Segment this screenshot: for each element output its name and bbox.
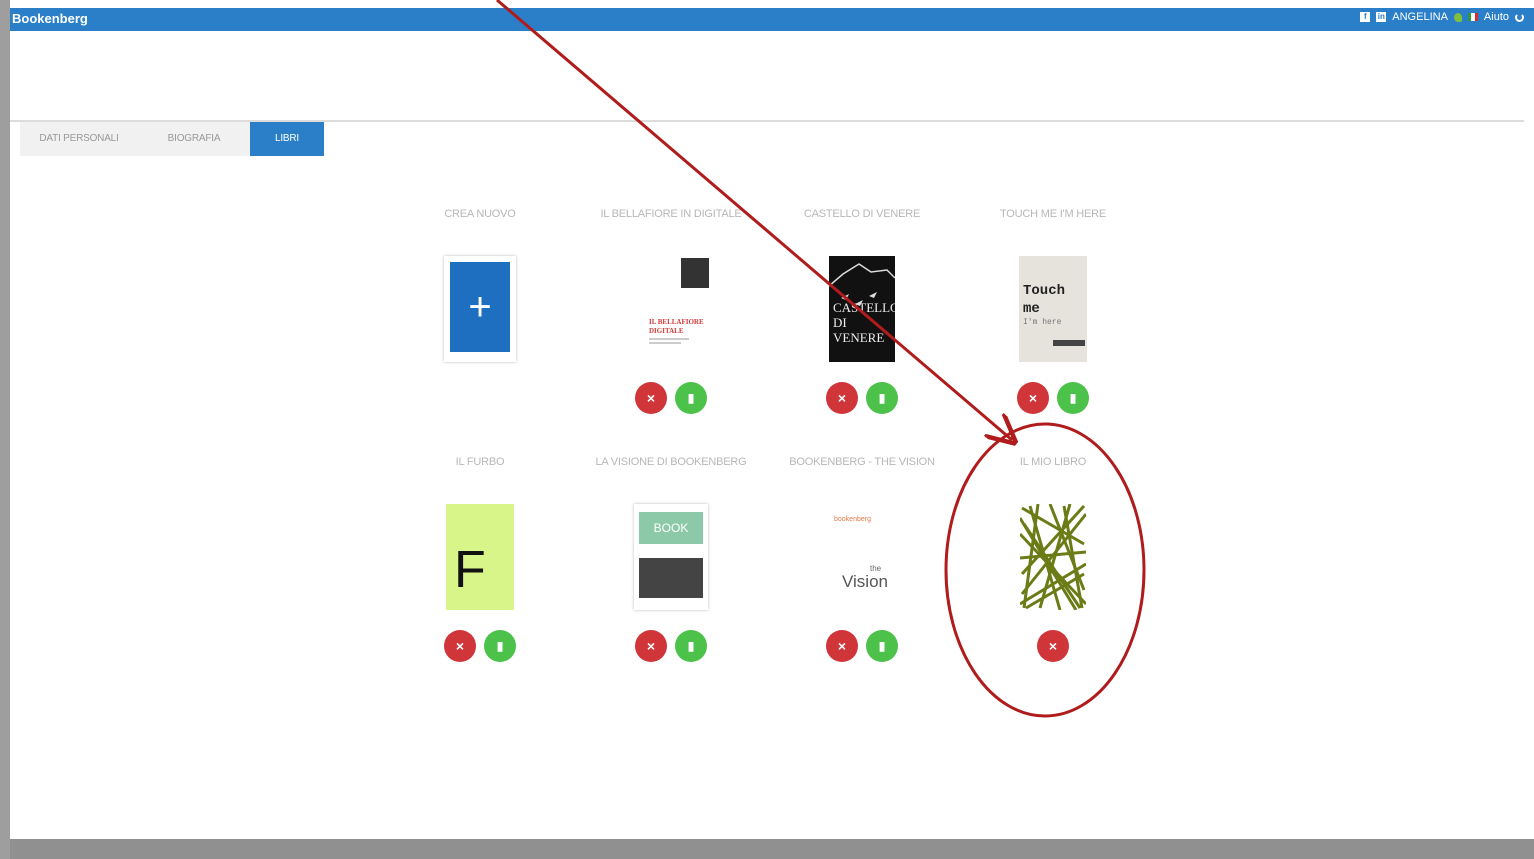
book-cover[interactable]: F xyxy=(446,504,514,610)
cover-text: DIGITALE xyxy=(649,327,684,335)
delete-button[interactable]: × xyxy=(826,630,858,662)
delete-button[interactable]: × xyxy=(1017,382,1049,414)
app-title[interactable]: Bookenberg xyxy=(12,11,88,26)
book-title: CASTELLO DI VENERE xyxy=(803,208,921,220)
edit-button[interactable]: ▮ xyxy=(675,630,707,662)
book-cover[interactable]: BOOK xyxy=(634,504,708,610)
book-icon: ▮ xyxy=(496,639,504,653)
close-icon: × xyxy=(1048,638,1058,654)
delete-button[interactable]: × xyxy=(1037,630,1069,662)
book-card-touch-me: TOUCH ME I'M HERE Touch me I'm here × ▮ xyxy=(958,206,1148,414)
plus-icon: + xyxy=(450,262,510,352)
book-title: CREA NUOVO xyxy=(444,208,516,220)
left-rail xyxy=(0,0,10,859)
profile-tabs: DATI PERSONALI BIOGRAFIA LIBRI xyxy=(20,122,324,156)
book-cover[interactable] xyxy=(1020,504,1086,610)
book-icon: ▮ xyxy=(878,639,886,653)
close-icon: × xyxy=(646,390,656,406)
book-card-il-furbo: IL FURBO F × ▮ xyxy=(385,454,575,662)
book-cover[interactable]: Touch me I'm here xyxy=(1019,256,1087,362)
edit-button[interactable]: ▮ xyxy=(866,382,898,414)
italian-flag-icon[interactable] xyxy=(1467,13,1478,21)
tab-dati-personali[interactable]: DATI PERSONALI xyxy=(20,122,138,156)
book-title: IL FURBO xyxy=(455,456,505,468)
close-icon: × xyxy=(646,638,656,654)
close-icon: × xyxy=(837,638,847,654)
close-icon: × xyxy=(1028,390,1038,406)
book-icon: ▮ xyxy=(878,391,886,405)
book-icon: ▮ xyxy=(1069,391,1077,405)
cover-text: BOOK xyxy=(639,512,703,544)
book-title: IL BELLAFIORE IN DIGITALE xyxy=(600,208,742,220)
cover-text: F xyxy=(454,541,486,599)
cover-text: IL BELLAFIORE xyxy=(649,318,704,326)
scribble-artwork xyxy=(1020,504,1086,610)
book-icon: ▮ xyxy=(687,391,695,405)
delete-button[interactable]: × xyxy=(635,382,667,414)
close-icon: × xyxy=(837,390,847,406)
cover-text: Vision xyxy=(842,572,888,591)
book-card-castello: CASTELLO DI VENERE CASTELLO DI VENERE × … xyxy=(767,206,957,414)
book-cover[interactable]: bookenberg the Vision xyxy=(822,504,902,610)
power-icon[interactable] xyxy=(1515,12,1524,22)
tab-biografia[interactable]: BIOGRAFIA xyxy=(138,122,250,156)
tab-libri[interactable]: LIBRI xyxy=(250,122,324,156)
book-icon: ▮ xyxy=(687,639,695,653)
delete-button[interactable]: × xyxy=(444,630,476,662)
edit-button[interactable]: ▮ xyxy=(866,630,898,662)
book-title: TOUCH ME I'M HERE xyxy=(999,208,1107,220)
create-new-cover[interactable]: + xyxy=(444,256,516,362)
edit-button[interactable]: ▮ xyxy=(484,630,516,662)
book-card-il-mio-libro: IL MIO LIBRO × xyxy=(958,454,1148,662)
book-title: IL MIO LIBRO xyxy=(1019,456,1087,468)
cover-text: bookenberg xyxy=(834,516,871,523)
delete-button[interactable]: × xyxy=(826,382,858,414)
cover-text: Touch xyxy=(1023,283,1066,299)
book-title: BOOKENBERG - THE VISION xyxy=(789,456,935,468)
cover-text: DI xyxy=(833,315,847,330)
close-icon: × xyxy=(455,638,465,654)
book-card-crea-nuovo: CREA NUOVO + xyxy=(385,206,575,364)
linkedin-icon[interactable]: in xyxy=(1376,12,1387,22)
book-card-the-vision: BOOKENBERG - THE VISION bookenberg the V… xyxy=(767,454,957,662)
footer-bar xyxy=(10,839,1534,859)
top-navigation-bar: Bookenberg f in ANGELINA Aiuto xyxy=(10,8,1534,31)
edit-button[interactable]: ▮ xyxy=(675,382,707,414)
help-link[interactable]: Aiuto xyxy=(1484,11,1509,23)
user-name[interactable]: ANGELINA xyxy=(1392,11,1448,23)
book-title: LA VISIONE DI BOOKENBERG xyxy=(595,456,747,468)
book-card-bellafiore: IL BELLAFIORE IN DIGITALE IL BELLAFIORE … xyxy=(576,206,766,414)
book-card-la-visione: LA VISIONE DI BOOKENBERG BOOK × ▮ xyxy=(576,454,766,662)
leaf-icon xyxy=(1453,12,1462,22)
cover-text: VENERE xyxy=(833,330,885,345)
cover-text: CASTELLO xyxy=(833,300,895,315)
topbar-actions: f in ANGELINA Aiuto xyxy=(1360,11,1524,23)
cover-text: me xyxy=(1023,301,1040,317)
edit-button[interactable]: ▮ xyxy=(1057,382,1089,414)
book-cover[interactable]: IL BELLAFIORE DIGITALE xyxy=(631,256,711,362)
cover-text: I'm here xyxy=(1023,318,1062,327)
delete-button[interactable]: × xyxy=(635,630,667,662)
book-cover[interactable]: CASTELLO DI VENERE xyxy=(829,256,895,362)
facebook-icon[interactable]: f xyxy=(1360,12,1371,22)
